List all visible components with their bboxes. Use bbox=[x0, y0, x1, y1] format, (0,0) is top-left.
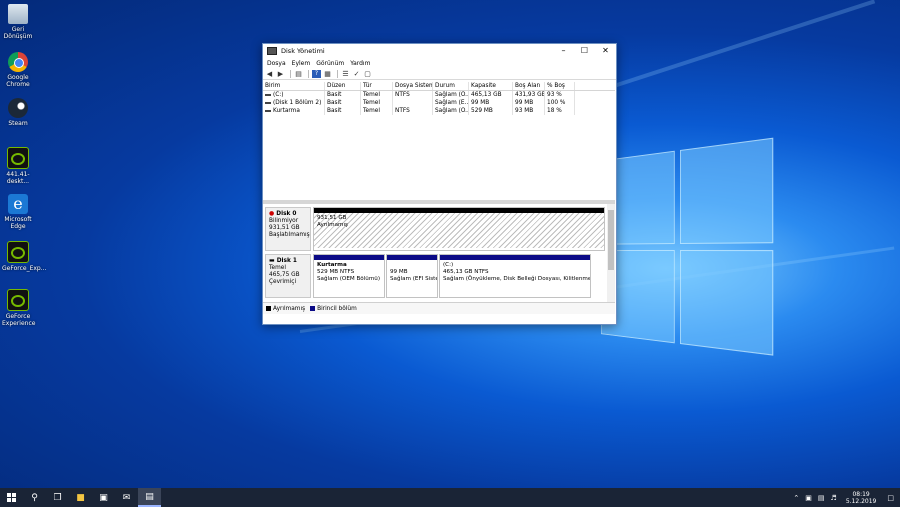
menu-view[interactable]: Görünüm bbox=[316, 60, 344, 67]
disk-row-0: ● Disk 0 Bilinmiyor 931,51 GB Başlatılma… bbox=[265, 207, 606, 251]
nvidia-icon bbox=[7, 289, 29, 311]
connect-disk-icon[interactable]: ☰ bbox=[341, 70, 350, 78]
back-arrow-icon[interactable]: ◀ bbox=[265, 70, 274, 78]
desktop-icon-edge[interactable]: e Microsoft Edge bbox=[2, 194, 34, 230]
title-bar[interactable]: Disk Yönetimi – ☐ ✕ bbox=[263, 44, 616, 58]
help-icon[interactable]: ? bbox=[312, 69, 321, 78]
system-tray: ⌃ ▣ ▤ ♬ 08:19 5.12.2019 □ bbox=[790, 488, 900, 507]
window-title: Disk Yönetimi bbox=[281, 47, 325, 55]
desktop: Geri Dönüşüm Google Chrome Steam 441.41-… bbox=[0, 0, 900, 488]
taskbar-mail[interactable]: ✉ bbox=[115, 488, 138, 507]
table-row[interactable]: Kurtarma Basit Temel NTFS Sağlam (O... 5… bbox=[263, 107, 615, 115]
menu-action[interactable]: Eylem bbox=[292, 60, 311, 67]
taskbar-store[interactable]: ▣ bbox=[92, 488, 115, 507]
desktop-icon-geforce-setup[interactable]: GeForce_Exp... bbox=[2, 241, 46, 272]
col-volume[interactable]: Birim bbox=[263, 82, 325, 90]
volume-bar-icon bbox=[265, 109, 271, 112]
nvidia-icon bbox=[7, 147, 29, 169]
unallocated-swatch bbox=[266, 306, 271, 311]
mail-icon: ✉ bbox=[122, 492, 131, 503]
maximize-button[interactable]: ☐ bbox=[574, 44, 595, 58]
col-type[interactable]: Tür bbox=[361, 82, 393, 90]
col-filesystem[interactable]: Dosya Sistemi bbox=[393, 82, 433, 90]
taskbar-file-explorer[interactable]: ■ bbox=[69, 488, 92, 507]
uninitialized-disk-icon: ● bbox=[269, 210, 275, 217]
col-free-space[interactable]: Boş Alan bbox=[513, 82, 545, 90]
menu-bar: Dosya Eylem Görünüm Yardım bbox=[263, 58, 616, 68]
search-icon: ⚲ bbox=[31, 492, 38, 503]
desktop-icon-geforce-experience[interactable]: GeForce Experience bbox=[2, 289, 35, 327]
table-row[interactable]: (C:) Basit Temel NTFS Sağlam (Ö... 465,1… bbox=[263, 91, 615, 99]
partition-recovery[interactable]: Kurtarma 529 MB NTFS Sağlam (OEM Bölümü) bbox=[313, 254, 385, 298]
nvidia-icon bbox=[7, 241, 29, 263]
toolbar: ◀ ▶ ▤ ? ▦ ☰ ✓ ▢ bbox=[263, 68, 616, 80]
taskbar-disk-management[interactable]: ▤ bbox=[138, 488, 161, 507]
steam-icon bbox=[8, 98, 28, 118]
taskbar: ⚲ ❒ ■ ▣ ✉ ▤ ⌃ ▣ ▤ ♬ 08:19 5.12.2019 □ bbox=[0, 488, 900, 507]
folder-icon: ■ bbox=[76, 492, 85, 503]
disk-label[interactable]: ▬ Disk 1 Temel 465,75 GB Çevrimiçi bbox=[265, 254, 311, 298]
minimize-button[interactable]: – bbox=[553, 44, 574, 58]
volume-bar-icon bbox=[265, 101, 271, 104]
desktop-icon-chrome[interactable]: Google Chrome bbox=[2, 52, 34, 88]
disk-icon: ▬ bbox=[269, 257, 275, 264]
disk-management-app-icon bbox=[267, 47, 277, 55]
volume-list-header: Birim Düzen Tür Dosya Sistemi Durum Kapa… bbox=[263, 82, 615, 91]
chevron-up-icon[interactable]: ⌃ bbox=[793, 494, 799, 502]
recycle-bin-icon bbox=[8, 4, 28, 24]
edge-icon: e bbox=[8, 194, 28, 214]
col-layout[interactable]: Düzen bbox=[325, 82, 361, 90]
desktop-icon-steam[interactable]: Steam bbox=[2, 98, 34, 127]
store-bag-icon: ▣ bbox=[99, 492, 108, 503]
network-icon[interactable]: ▤ bbox=[818, 494, 825, 502]
view-icon[interactable]: ▢ bbox=[363, 70, 372, 78]
menu-file[interactable]: Dosya bbox=[267, 60, 286, 67]
disk-map-scrollbar[interactable] bbox=[607, 204, 615, 302]
windows-wallpaper-logo bbox=[600, 137, 780, 364]
menu-help[interactable]: Yardım bbox=[350, 60, 370, 67]
close-button[interactable]: ✕ bbox=[595, 44, 616, 58]
start-button[interactable] bbox=[0, 488, 23, 507]
desktop-icon-nvidia-driver[interactable]: 441.41-deskt... bbox=[2, 147, 34, 185]
legend-bar: Ayrılmamış Birincil bölüm bbox=[263, 302, 615, 314]
volume-icon[interactable]: ♬ bbox=[831, 494, 837, 502]
clock[interactable]: 08:19 5.12.2019 bbox=[846, 491, 877, 505]
notification-icon[interactable]: □ bbox=[887, 494, 894, 502]
col-capacity[interactable]: Kapasite bbox=[469, 82, 513, 90]
disk-row-1: ▬ Disk 1 Temel 465,75 GB Çevrimiçi Kurta… bbox=[265, 254, 592, 298]
partition-unallocated[interactable]: 931,51 GB Ayrılmamış bbox=[313, 207, 605, 251]
col-status[interactable]: Durum bbox=[433, 82, 469, 90]
partition-c-drive[interactable]: (C:) 465,13 GB NTFS Sağlam (Önyükleme, D… bbox=[439, 254, 591, 298]
volume-bar-icon bbox=[265, 93, 271, 96]
col-percent-free[interactable]: % Boş bbox=[545, 82, 575, 90]
disk-map: ● Disk 0 Bilinmiyor 931,51 GB Başlatılma… bbox=[263, 204, 615, 302]
check-icon[interactable]: ✓ bbox=[352, 70, 361, 78]
disk-management-icon: ▤ bbox=[145, 491, 154, 502]
forward-arrow-icon[interactable]: ▶ bbox=[276, 70, 285, 78]
disk-management-window: Disk Yönetimi – ☐ ✕ Dosya Eylem Görünüm … bbox=[262, 43, 617, 325]
windows-start-icon bbox=[7, 493, 16, 502]
disk-label[interactable]: ● Disk 0 Bilinmiyor 931,51 GB Başlatılma… bbox=[265, 207, 311, 251]
primary-partition-swatch bbox=[310, 306, 316, 311]
monitor-icon[interactable]: ▣ bbox=[805, 494, 812, 502]
properties-icon[interactable]: ▦ bbox=[323, 70, 332, 78]
partition-efi[interactable]: 99 MB Sağlam (EFI Sistem bbox=[386, 254, 438, 298]
list-view-icon[interactable]: ▤ bbox=[294, 70, 303, 78]
task-view-button[interactable]: ❒ bbox=[46, 488, 69, 507]
task-view-icon: ❒ bbox=[53, 492, 62, 503]
chrome-icon bbox=[8, 52, 28, 72]
desktop-icon-recycle-bin[interactable]: Geri Dönüşüm bbox=[2, 4, 34, 40]
table-row[interactable]: (Disk 1 Bölüm 2) Basit Temel Sağlam (E..… bbox=[263, 99, 615, 107]
scrollbar-thumb[interactable] bbox=[608, 210, 614, 270]
search-button[interactable]: ⚲ bbox=[23, 488, 46, 507]
